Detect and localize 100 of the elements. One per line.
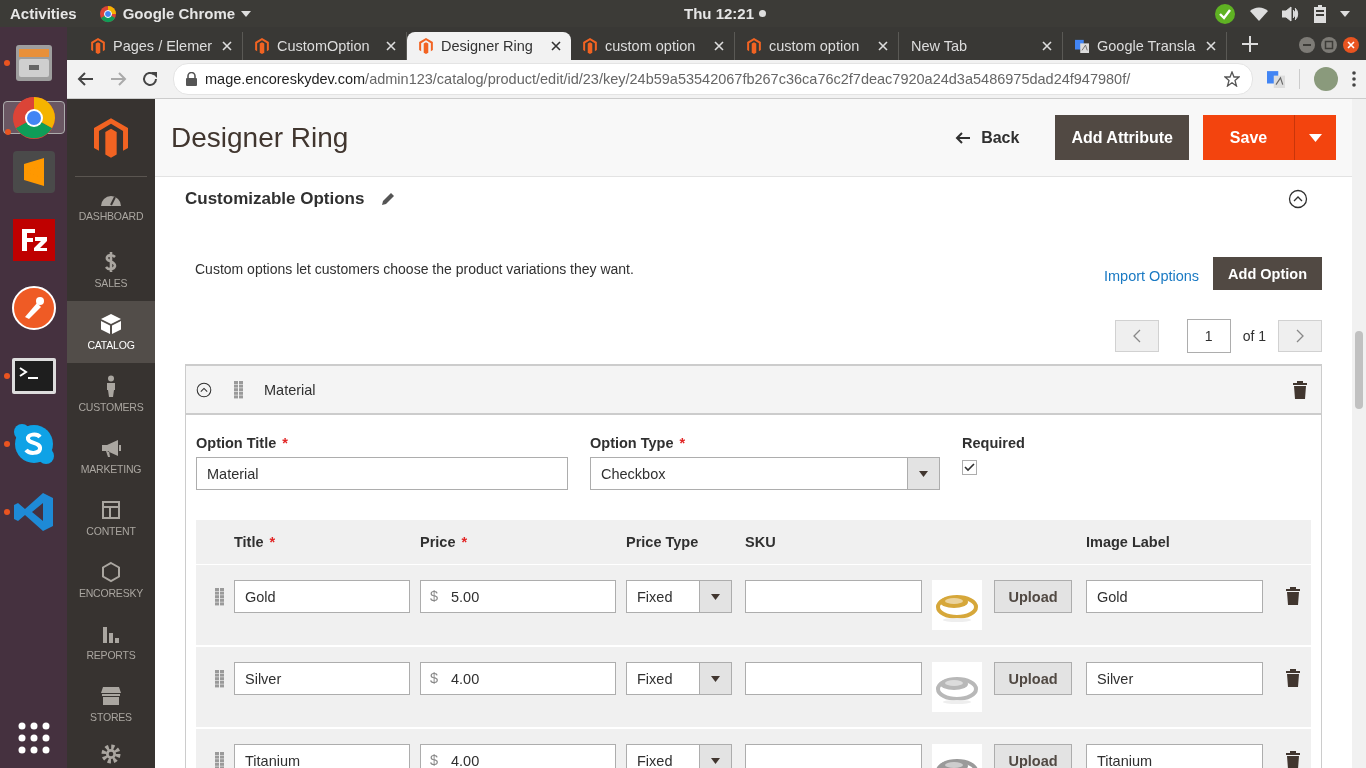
caret-icon [711, 593, 720, 600]
browser-tab[interactable]: Designer Ring [407, 32, 571, 60]
add-attribute-button[interactable]: Add Attribute [1055, 115, 1189, 160]
profile-avatar[interactable] [1314, 67, 1338, 91]
activities-button[interactable]: Activities [10, 5, 77, 22]
pencil-icon[interactable] [380, 191, 397, 207]
terminal-icon[interactable] [10, 356, 57, 396]
app-menu-title[interactable]: Google Chrome [122, 5, 236, 22]
chevron-left-icon [1132, 329, 1141, 343]
translate-icon [1075, 38, 1089, 54]
currency-symbol: $ [430, 588, 439, 604]
close-icon[interactable] [551, 41, 561, 51]
admin-menu-item[interactable]: CONTENT [67, 487, 155, 549]
gear-icon[interactable] [100, 743, 122, 765]
add-option-button[interactable]: Add Option [1213, 257, 1322, 290]
magento-logo-icon [747, 38, 761, 54]
caret-icon [711, 757, 720, 764]
option-title-field[interactable]: Material [196, 457, 568, 490]
trash-icon[interactable] [1286, 587, 1300, 605]
collapse-icon[interactable] [196, 381, 212, 398]
close-icon[interactable] [1342, 36, 1360, 54]
admin-menu-item[interactable]: STORES [67, 673, 155, 735]
page-title: Designer Ring [171, 121, 349, 154]
address-bar[interactable]: mage.encoreskydev.com/admin123/catalog/product/edit/id/23/key/24b59a53542067fb267c36ca76c2f7deac7920a24d3a5486975dad24f947980f/ [173, 63, 1253, 95]
trash-icon[interactable] [1286, 751, 1300, 768]
trash-icon[interactable] [1286, 669, 1300, 687]
battery-icon[interactable] [1314, 4, 1326, 23]
wifi-icon[interactable] [1250, 6, 1268, 21]
drag-handle-icon[interactable] [215, 670, 225, 688]
app-grid-icon[interactable] [18, 722, 50, 754]
checkbox[interactable] [962, 460, 977, 475]
field-label: Option Title * [196, 435, 289, 451]
image-label-field[interactable]: Titanium [1086, 744, 1263, 768]
price-type-select[interactable]: Fixed [626, 662, 732, 695]
chrome-icon[interactable] [10, 94, 57, 141]
translate-icon[interactable] [1267, 70, 1285, 88]
admin-menu-item[interactable]: DASHBOARD [67, 177, 155, 239]
trash-icon[interactable] [1293, 380, 1307, 399]
option-title: Material [264, 381, 316, 398]
sku-field[interactable] [745, 744, 922, 768]
upload-button[interactable]: Upload [994, 662, 1072, 695]
filezilla-icon[interactable] [10, 217, 57, 263]
megaphone-icon [100, 437, 122, 459]
price-type-select[interactable]: Fixed [626, 744, 732, 768]
upload-button[interactable]: Upload [994, 580, 1072, 613]
title-field[interactable]: Gold [234, 580, 410, 613]
caret-icon[interactable] [1340, 10, 1350, 17]
volume-icon[interactable] [1282, 5, 1300, 22]
caret-icon [1309, 133, 1322, 142]
caret-icon[interactable] [241, 10, 252, 17]
price-type-select[interactable]: Fixed [626, 580, 732, 613]
caret-icon [711, 675, 720, 682]
store-icon [100, 685, 122, 707]
back-arrow-icon[interactable] [77, 70, 95, 88]
menu-icon[interactable] [1352, 71, 1356, 87]
new-tab-icon[interactable] [1241, 34, 1259, 53]
scrollbar[interactable] [1352, 99, 1366, 768]
skype-icon[interactable] [11, 422, 56, 466]
image-label-field[interactable]: Gold [1086, 580, 1263, 613]
title-field[interactable]: Titanium [234, 744, 410, 768]
back-button[interactable]: Back [949, 127, 1026, 148]
drag-handle-icon[interactable] [215, 588, 225, 606]
drag-handle-icon[interactable] [234, 380, 244, 399]
import-options-link[interactable]: Import Options [1104, 268, 1200, 284]
title-field[interactable]: Silver [234, 662, 410, 695]
admin-menu-item[interactable]: SALES [67, 239, 155, 301]
clock[interactable]: Thu 12:21 [684, 5, 755, 22]
hexagon-icon [100, 561, 122, 583]
magento-logo-icon [94, 117, 128, 158]
gauge-icon [100, 194, 122, 206]
page-number-field[interactable]: 1 [1186, 319, 1231, 353]
field-label: Option Type * [590, 435, 687, 451]
upload-button[interactable]: Upload [994, 744, 1072, 768]
reload-icon[interactable] [141, 70, 159, 88]
magento-logo-icon [583, 38, 597, 54]
admin-menu-item[interactable]: REPORTS [67, 611, 155, 673]
option-type-select[interactable]: Checkbox [590, 457, 940, 490]
back-arrow-icon [955, 129, 972, 146]
admin-menu-item[interactable]: CATALOG [67, 301, 155, 363]
section-title: Customizable Options [185, 189, 365, 209]
vscode-icon[interactable] [11, 490, 56, 534]
minimize-icon[interactable] [1298, 36, 1316, 54]
page-count: of 1 [1242, 328, 1266, 344]
save-options-button[interactable] [1294, 115, 1336, 160]
lock-icon [186, 72, 197, 86]
chevron-right-icon [1296, 329, 1304, 343]
check-icon[interactable] [1214, 2, 1236, 25]
postman-icon[interactable] [10, 285, 57, 331]
save-button[interactable]: Save [1203, 115, 1294, 160]
admin-menu-item[interactable]: CUSTOMERS [67, 363, 155, 425]
drag-handle-icon[interactable] [215, 752, 225, 768]
sku-field[interactable] [745, 580, 922, 613]
admin-menu-item[interactable]: ENCORESKY [67, 549, 155, 611]
collapse-icon[interactable] [1288, 189, 1308, 209]
box-icon [100, 313, 122, 335]
bookmark-star-icon[interactable] [1224, 71, 1240, 87]
image-label-field[interactable]: Silver [1086, 662, 1263, 695]
admin-menu-item[interactable]: MARKETING [67, 425, 155, 487]
sku-field[interactable] [745, 662, 922, 695]
sublime-icon[interactable] [10, 149, 57, 195]
